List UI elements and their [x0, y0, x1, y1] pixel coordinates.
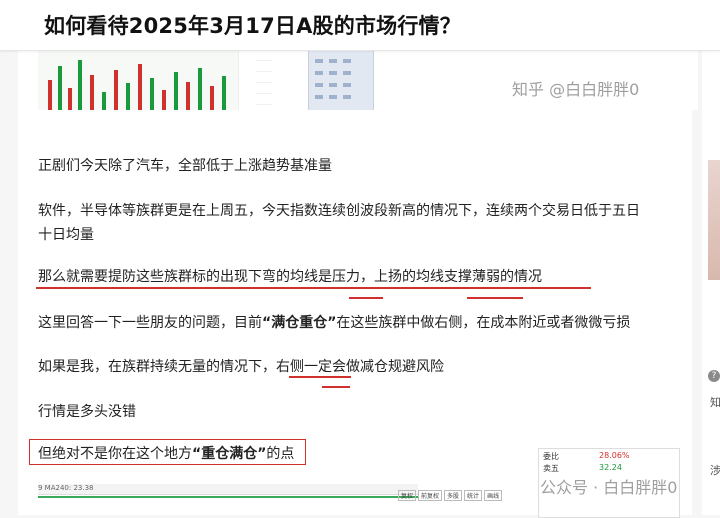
sidebar-label-1[interactable]: 知	[710, 394, 720, 410]
paragraph-3: 那么就需要提防这些族群标的出现下弯的均线是压力，上扬的均线支撑薄弱的情况	[38, 269, 542, 285]
paragraph-7: 但绝对不是你在这个地方“重仓满仓”的点	[38, 443, 294, 463]
paragraph-2-line-1: 软件，半导体等族群更是在上周五，今天指数连续创波段新高的情况下，连续两个交易日低…	[38, 203, 640, 219]
quote-label-1: 委比	[543, 452, 559, 461]
paragraph-2-line-2: 十日均量	[38, 227, 94, 243]
watermark-zhihu: 知乎 @白白胖胖0	[512, 80, 640, 99]
chart-button[interactable]: 画线	[484, 490, 503, 501]
sidebar-photo[interactable]	[708, 160, 720, 280]
red-underline-right-side	[289, 376, 351, 378]
scrollbar[interactable]	[692, 50, 702, 515]
chart-button[interactable]: 统计	[464, 490, 483, 501]
paragraph-4: 这里回答一下一些朋友的问题，目前“满仓重仓”在这些族群中做右侧，在成本附近或者微…	[38, 312, 630, 332]
sidebar-label-2[interactable]: 涉	[710, 462, 720, 478]
chart-buttons: 复权 前复权 多股 统计 画线	[398, 483, 538, 501]
right-sidebar: ? 知 涉	[702, 50, 720, 515]
paragraph-4-post: 在这些族群中做右侧，在成本附近或者微微亏损	[336, 315, 631, 331]
red-underline-support	[467, 297, 523, 299]
chart-toolbar: 9 MA240: 23.38	[38, 484, 418, 495]
page-header: 如何看待2025年3月17日A股的市场行情？	[0, 0, 720, 51]
paragraph-6: 行情是多头没错	[38, 404, 136, 420]
red-underline-small	[322, 386, 350, 388]
chart-button[interactable]: 多股	[444, 490, 463, 501]
paragraph-7-bold: “重仓满仓”	[192, 446, 267, 462]
quote-value-1: 28.06%	[599, 451, 630, 460]
paragraph-5: 如果是我，在族群持续无量的情况下，右侧一定会做减仓规避风险	[38, 359, 444, 375]
candlestick-chart-image	[38, 50, 239, 110]
red-underline-long	[36, 287, 591, 289]
chart-button[interactable]: 复权	[398, 490, 417, 501]
chart-button[interactable]: 前复权	[418, 490, 443, 501]
paragraph-4-bold: “满仓重仓”	[262, 315, 337, 331]
keypad-image	[308, 50, 374, 110]
question-title[interactable]: 如何看待2025年3月17日A股的市场行情？	[44, 10, 461, 40]
stock-chart-screenshot-bottom[interactable]: 9 MA240: 23.38 复权 前复权 多股 统计 画线	[38, 480, 538, 515]
quote-value-2: 32.24	[599, 463, 622, 472]
watermark-wechat: 公众号 · 白白胖胖0	[540, 478, 678, 497]
grid-image	[256, 50, 272, 110]
paragraph-7-pre: 但绝对不是你在这个地方	[38, 446, 192, 462]
ma-line	[38, 496, 418, 498]
paragraph-4-pre: 这里回答一下一些朋友的问题，目前	[38, 315, 262, 331]
quote-label-2: 卖五	[543, 464, 559, 473]
ma-readout: 9 MA240: 23.38	[38, 484, 94, 492]
paragraph-1: 正剧们今天除了汽车，全部低于上涨趋势基准量	[38, 158, 332, 174]
paragraph-7-post: 的点	[266, 446, 295, 462]
help-icon[interactable]: ?	[708, 370, 720, 382]
red-underline-pressure	[349, 297, 383, 299]
